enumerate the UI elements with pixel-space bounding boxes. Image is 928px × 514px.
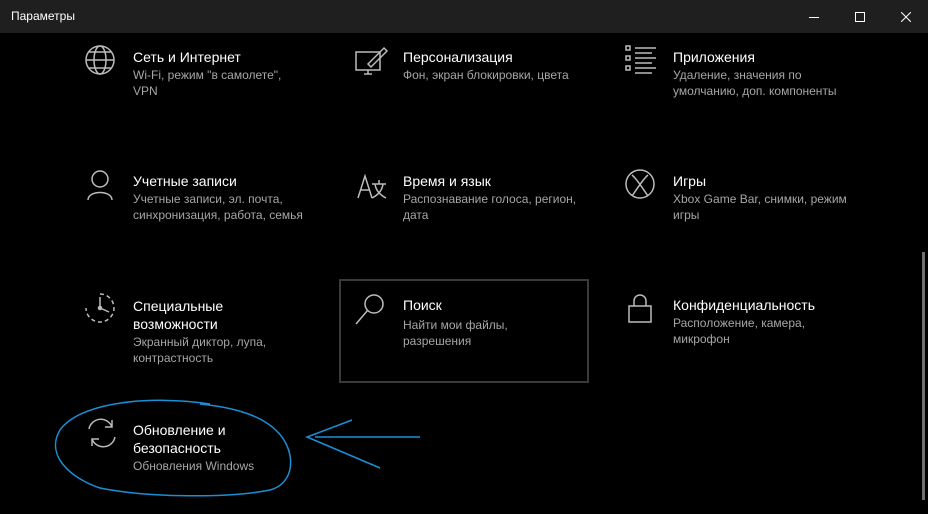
tile-description: Экранный диктор, лупа, контрастность	[133, 335, 267, 365]
tile-network-internet[interactable]: Сеть и Интернет Wi-Fi, режим "в самолете…	[62, 44, 312, 148]
tile-label: Время и язык	[403, 173, 491, 189]
person-icon	[84, 168, 120, 204]
tile-description: Найти мои файлы, разрешения	[403, 318, 508, 348]
globe-icon	[84, 44, 120, 80]
tile-description: Расположение, камера, микрофон	[673, 316, 806, 346]
tile-accounts[interactable]: Учетные записи Учетные записи, эл. почта…	[62, 168, 312, 272]
close-button[interactable]	[883, 0, 928, 33]
xbox-icon	[624, 168, 660, 204]
scrollbar[interactable]	[922, 252, 925, 500]
tile-label: Учетные записи	[133, 173, 237, 189]
tile-description: Распознавание голоса, регион, дата	[403, 192, 577, 222]
tile-label: Конфиденциальность	[673, 297, 816, 313]
annotation-arrow	[304, 419, 420, 469]
tile-personalization[interactable]: Персонализация Фон, экран блокировки, цв…	[332, 44, 582, 148]
tile-gaming[interactable]: Игры Xbox Game Bar, снимки, режим игры	[602, 168, 852, 272]
maximize-icon	[855, 11, 865, 22]
settings-window: Параметры Сеть и Интернет Wi-Fi, режим "…	[0, 0, 928, 514]
tile-description: Wi-Fi, режим "в самолете", VPN	[133, 68, 282, 98]
tile-description: Обновления Windows	[133, 459, 255, 473]
tile-label: Сеть и Интернет	[133, 49, 241, 65]
tile-label: Игры	[673, 173, 707, 189]
lock-icon	[624, 292, 660, 328]
tile-update-security[interactable]: Обновление и безопасность Обновления Win…	[62, 416, 312, 514]
time-language-icon	[354, 168, 390, 204]
tile-label: Специальные возможности	[133, 298, 224, 332]
tile-description: Учетные записи, эл. почта, синхронизация…	[133, 192, 303, 222]
minimize-button[interactable]	[791, 0, 837, 33]
update-refresh-icon	[84, 416, 120, 452]
tile-time-language[interactable]: Время и язык Распознавание голоса, регио…	[332, 168, 582, 272]
tile-label: Обновление и безопасность	[133, 422, 226, 456]
tile-description: Xbox Game Bar, снимки, режим игры	[673, 192, 847, 222]
tile-description: Фон, экран блокировки, цвета	[403, 68, 569, 82]
tile-label: Приложения	[673, 49, 755, 65]
tile-apps[interactable]: Приложения Удаление, значения по умолчан…	[602, 44, 852, 148]
tile-privacy[interactable]: Конфиденциальность Расположение, камера,…	[602, 292, 852, 396]
tile-description: Удаление, значения по умолчанию, доп. ко…	[673, 68, 837, 98]
tile-label: Поиск	[403, 297, 442, 313]
search-icon	[354, 292, 390, 328]
window-title: Параметры	[11, 9, 75, 23]
tile-label: Персонализация	[403, 49, 513, 65]
apps-list-icon	[624, 44, 660, 80]
personalization-icon	[354, 44, 390, 80]
minimize-icon	[809, 16, 819, 18]
close-icon	[901, 11, 911, 22]
maximize-button[interactable]	[837, 0, 883, 33]
title-bar[interactable]: Параметры	[0, 0, 928, 33]
tile-ease-of-access[interactable]: Специальные возможности Экранный диктор,…	[62, 292, 312, 396]
tile-search[interactable]: Поиск Найти мои файлы, разрешения	[339, 279, 589, 383]
ease-of-access-icon	[84, 292, 120, 328]
